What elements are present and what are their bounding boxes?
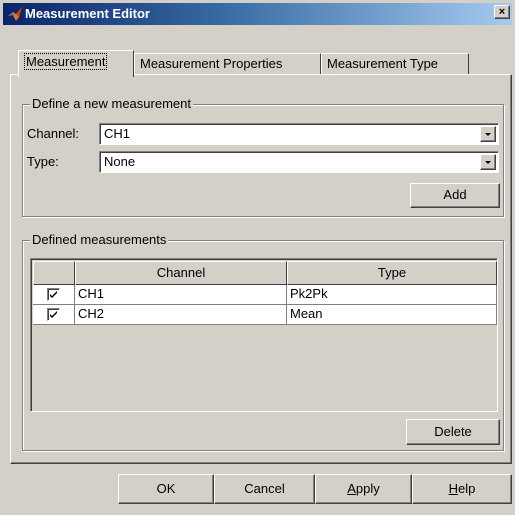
apply-mnemonic: A [347, 481, 356, 496]
tab-measurement-type[interactable]: Measurement Type [321, 53, 469, 75]
type-select[interactable]: None [99, 151, 499, 173]
checkmark-icon [50, 291, 57, 298]
channel-label: Channel: [27, 126, 80, 141]
cancel-button[interactable]: Cancel [214, 474, 315, 504]
row-channel: CH1 [75, 285, 287, 305]
apply-button[interactable]: Apply [315, 474, 412, 504]
chevron-down-icon[interactable] [480, 154, 496, 170]
channel-select[interactable]: CH1 [99, 123, 499, 145]
channel-select-value: CH1 [104, 126, 131, 141]
defined-measurements-legend: Defined measurements [30, 232, 169, 248]
tab-measurement[interactable]: Measurement [18, 50, 134, 77]
tab-measurement-label: Measurement [24, 53, 108, 70]
row-checkbox-cell[interactable] [33, 285, 75, 305]
row-type: Mean [287, 305, 497, 325]
row-type: Pk2Pk [287, 285, 497, 305]
matlab-logo-icon [8, 7, 22, 21]
title-bar[interactable]: Measurement Editor × [3, 3, 512, 25]
type-label: Type: [27, 154, 59, 169]
type-select-value: None [104, 154, 136, 169]
row-checkbox[interactable] [47, 288, 60, 301]
window-title: Measurement Editor [25, 6, 150, 21]
close-button[interactable]: × [494, 5, 510, 19]
row-channel: CH2 [75, 305, 287, 325]
help-button-rest: elp [458, 481, 476, 496]
tab-measurement-properties-label: Measurement Properties [140, 56, 283, 71]
apply-button-rest: pply [355, 481, 380, 496]
define-measurement-legend: Define a new measurement [30, 96, 193, 112]
checkmark-icon [50, 311, 57, 318]
column-header-checkbox[interactable] [33, 261, 75, 285]
close-icon: × [498, 6, 506, 18]
column-header-type[interactable]: Type [287, 261, 497, 285]
measurements-table[interactable]: Channel Type CH1 Pk2Pk CH2 Mean [30, 258, 498, 412]
row-checkbox-cell[interactable] [33, 305, 75, 325]
add-button[interactable]: Add [410, 183, 500, 208]
tab-measurement-properties[interactable]: Measurement Properties [134, 53, 321, 75]
help-button[interactable]: Help [412, 474, 512, 504]
measurement-editor-window: Measurement Editor × Measurement Measure… [0, 0, 515, 515]
help-mnemonic: H [448, 481, 459, 496]
tab-measurement-type-label: Measurement Type [327, 56, 439, 71]
dialog-button-bar: OK Cancel Apply Help [0, 464, 515, 515]
ok-button[interactable]: OK [118, 474, 214, 504]
delete-button[interactable]: Delete [406, 419, 500, 445]
column-header-channel[interactable]: Channel [75, 261, 287, 285]
row-checkbox[interactable] [47, 308, 60, 321]
chevron-down-icon[interactable] [480, 126, 496, 142]
